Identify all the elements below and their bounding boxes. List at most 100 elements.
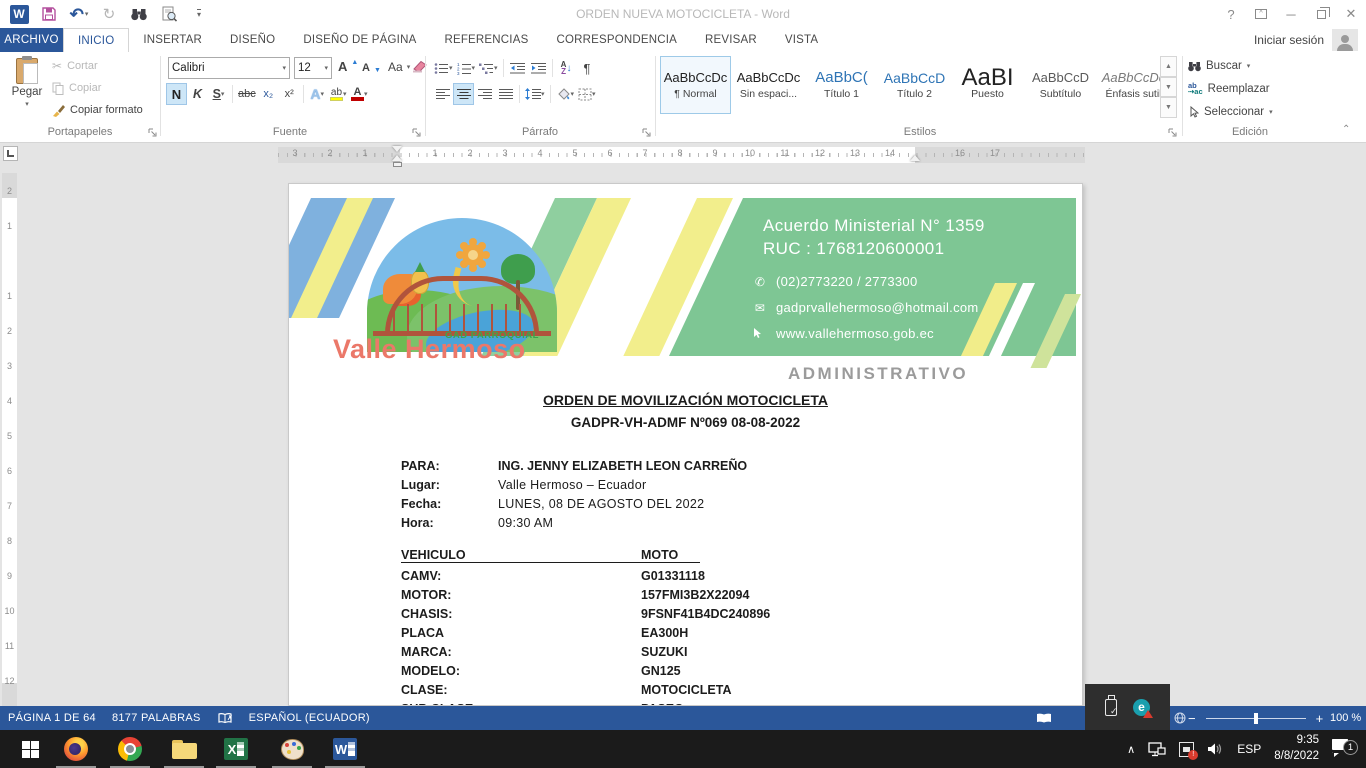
- styles-scroll-up[interactable]: ▲: [1160, 56, 1177, 77]
- tab-diseno[interactable]: DISEÑO: [216, 28, 289, 52]
- restore-button[interactable]: [1306, 0, 1336, 28]
- language-indicator[interactable]: ESPAÑOL (ECUADOR): [249, 712, 370, 724]
- shrink-font-button[interactable]: A▼: [362, 61, 381, 74]
- font-size-combobox[interactable]: 12▾: [294, 57, 332, 79]
- italic-button[interactable]: K: [187, 83, 208, 105]
- tab-inicio[interactable]: INICIO: [63, 28, 129, 52]
- align-left-button[interactable]: [432, 83, 453, 105]
- shading-button[interactable]: ▾: [554, 83, 577, 105]
- increase-indent-button[interactable]: [528, 57, 549, 79]
- right-indent-marker[interactable]: [910, 155, 920, 161]
- align-center-button[interactable]: [453, 83, 474, 105]
- zoom-out-button[interactable]: −: [1188, 712, 1196, 725]
- action-center-button[interactable]: 1: [1332, 738, 1356, 760]
- strikethrough-button[interactable]: abc: [236, 83, 258, 105]
- zoom-level[interactable]: 100 %: [1330, 706, 1361, 730]
- usb-device-icon[interactable]: ✓: [1105, 699, 1117, 716]
- highlight-color-button[interactable]: ab▾: [328, 83, 349, 105]
- show-hidden-icons-chevron[interactable]: ∧: [1127, 743, 1135, 756]
- subscript-button[interactable]: x₂: [258, 83, 279, 105]
- start-button[interactable]: [8, 730, 52, 768]
- bullets-button[interactable]: ▾: [432, 57, 455, 79]
- collapse-ribbon-button[interactable]: ⌃: [1342, 124, 1350, 135]
- sort-button[interactable]: AZ↓: [556, 57, 577, 79]
- style-sin-espaciado[interactable]: AaBbCcDc Sin espaci...: [733, 56, 804, 114]
- styles-gallery-more[interactable]: ▼: [1160, 97, 1177, 118]
- style-puesto[interactable]: AaBI Puesto: [952, 56, 1023, 114]
- language-tray-indicator[interactable]: ESP: [1237, 742, 1261, 756]
- zoom-in-button[interactable]: +: [1316, 712, 1324, 725]
- show-paragraph-marks-button[interactable]: ¶: [577, 57, 598, 79]
- superscript-button[interactable]: x²: [279, 83, 300, 105]
- read-mode-button[interactable]: [1036, 712, 1052, 724]
- hanging-indent-marker[interactable]: [392, 155, 402, 161]
- taskbar-chrome[interactable]: [108, 730, 152, 768]
- proofing-status-icon[interactable]: ✗: [217, 712, 233, 725]
- taskbar-excel[interactable]: X: [214, 730, 258, 768]
- taskbar-firefox[interactable]: [54, 730, 98, 768]
- bold-button[interactable]: N: [166, 83, 187, 105]
- underline-button[interactable]: S▾: [208, 83, 229, 105]
- style-titulo-2[interactable]: AaBbCcD Título 2: [879, 56, 950, 114]
- ribbon-display-options-button[interactable]: ^: [1246, 0, 1276, 28]
- vertical-ruler[interactable]: 12123456789101112: [2, 173, 17, 706]
- word-count[interactable]: 8177 PALABRAS: [112, 712, 201, 724]
- tab-archivo[interactable]: ARCHIVO: [0, 28, 63, 52]
- clipboard-dialog-launcher[interactable]: [148, 128, 158, 138]
- style-subtitulo[interactable]: AaBbCcD Subtítulo: [1025, 56, 1096, 114]
- web-layout-button[interactable]: [1174, 712, 1186, 724]
- text-effects-button[interactable]: A▾: [307, 83, 328, 105]
- tab-correspondencia[interactable]: CORRESPONDENCIA: [542, 28, 691, 52]
- taskbar-clock[interactable]: 9:35 8/8/2022: [1274, 733, 1319, 764]
- format-painter-button[interactable]: Copiar formato: [52, 100, 143, 120]
- paragraph-group-label: Párrafo: [490, 126, 590, 138]
- page-indicator[interactable]: PÁGINA 1 DE 64: [8, 712, 96, 724]
- multilevel-list-button[interactable]: ▾: [477, 57, 500, 79]
- font-color-button[interactable]: A▾: [349, 83, 370, 105]
- taskbar-file-explorer[interactable]: [162, 730, 206, 768]
- styles-scroll-down[interactable]: ▼: [1160, 77, 1177, 98]
- justify-button[interactable]: [495, 83, 516, 105]
- tab-referencias[interactable]: REFERENCIAS: [430, 28, 542, 52]
- replace-button[interactable]: ab⇢ac Reemplazar: [1188, 79, 1270, 99]
- tab-diseno-de-pagina[interactable]: DISEÑO DE PÁGINA: [289, 28, 430, 52]
- paragraph-dialog-launcher[interactable]: [642, 128, 652, 138]
- minimize-button[interactable]: ─: [1276, 0, 1306, 28]
- select-button[interactable]: Seleccionar▾: [1188, 102, 1273, 122]
- align-right-button[interactable]: [474, 83, 495, 105]
- line-spacing-button[interactable]: ▾: [523, 83, 547, 105]
- volume-icon[interactable]: [1207, 742, 1224, 756]
- change-case-button[interactable]: Aa▾: [388, 60, 410, 74]
- decrease-indent-button[interactable]: [507, 57, 528, 79]
- tab-insertar[interactable]: INSERTAR: [129, 28, 216, 52]
- taskbar-paint[interactable]: [270, 730, 314, 768]
- find-button[interactable]: Buscar▾: [1188, 56, 1250, 76]
- help-button[interactable]: ?: [1216, 0, 1246, 28]
- styles-dialog-launcher[interactable]: [1168, 128, 1178, 138]
- style-enfasis-sutil[interactable]: AaBbCcDc Énfasis sutil: [1098, 56, 1169, 114]
- font-dialog-launcher[interactable]: [412, 128, 422, 138]
- security-alert-icon[interactable]: !: [1179, 742, 1194, 757]
- tab-stop-selector[interactable]: [3, 146, 18, 161]
- numbering-button[interactable]: 123▾: [455, 57, 478, 79]
- zoom-slider[interactable]: [1206, 718, 1306, 719]
- tab-revisar[interactable]: REVISAR: [691, 28, 771, 52]
- left-indent-marker[interactable]: [393, 162, 402, 167]
- style-normal[interactable]: AaBbCcDc ¶ Normal: [660, 56, 731, 114]
- copy-button[interactable]: Copiar: [52, 78, 101, 98]
- document-page[interactable]: Valle Hermoso GAD PARROQUIAL Acuerdo Min…: [288, 183, 1083, 706]
- cut-button[interactable]: ✂ Cortar: [52, 56, 98, 76]
- sign-in-button[interactable]: Iniciar sesión: [1254, 28, 1358, 52]
- tab-vista[interactable]: VISTA: [771, 28, 832, 52]
- first-line-indent-marker[interactable]: [392, 146, 402, 152]
- grow-font-button[interactable]: A▲: [338, 59, 358, 74]
- network-icon[interactable]: [1148, 742, 1166, 757]
- borders-button[interactable]: ▾: [576, 83, 598, 105]
- browser-e-icon[interactable]: e: [1133, 699, 1150, 716]
- taskbar-word[interactable]: W: [323, 730, 367, 768]
- font-family-combobox[interactable]: Calibri▾: [168, 57, 290, 79]
- close-button[interactable]: ✕: [1336, 0, 1366, 28]
- paste-button[interactable]: Pegar ▾: [6, 56, 48, 124]
- style-titulo-1[interactable]: AaBbC( Título 1: [806, 56, 877, 114]
- zoom-slider-thumb[interactable]: [1254, 713, 1258, 724]
